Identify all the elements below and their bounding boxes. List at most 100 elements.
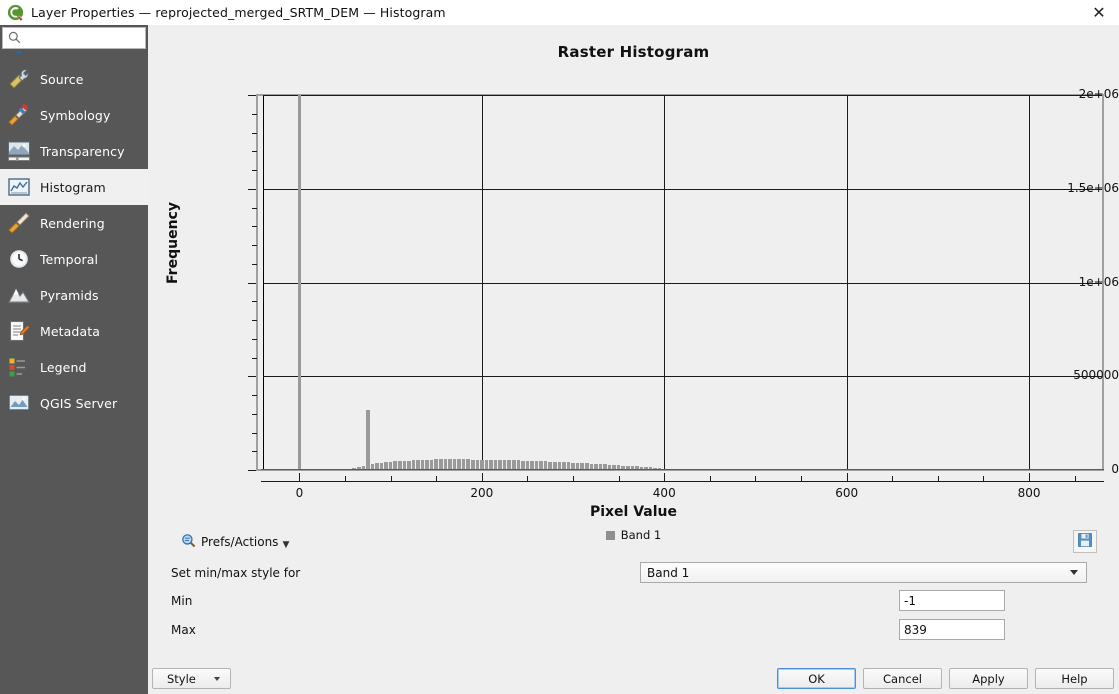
- sidebar-nav-list: InformationSourceSymbologyTransparencyHi…: [0, 25, 148, 421]
- x-tick-minor: [801, 476, 803, 482]
- sidebar-item-symbology[interactable]: Symbology: [0, 97, 148, 133]
- chevron-down-icon: [214, 677, 220, 681]
- x-tick-minor: [983, 476, 985, 482]
- chevron-down-icon: [1070, 570, 1078, 575]
- y-tick-label: 0: [1111, 462, 1119, 476]
- y-tick-label: 500000: [1073, 368, 1119, 383]
- min-label: Min: [171, 594, 193, 608]
- sidebar-item-qgis-server[interactable]: QGIS Server: [0, 385, 148, 421]
- x-tick-minor: [937, 476, 939, 482]
- y-tick-minor: [252, 207, 257, 209]
- y-tick-minor: [252, 301, 257, 303]
- sidebar-item-metadata[interactable]: Metadata: [0, 313, 148, 349]
- y-tick-minor: [252, 432, 257, 434]
- window-title: Layer Properties — reprojected_merged_SR…: [31, 5, 446, 20]
- sidebar-item-temporal[interactable]: Temporal: [0, 241, 148, 277]
- sidebar-item-label: Rendering: [40, 215, 105, 231]
- sidebar-item-label: Metadata: [40, 323, 100, 339]
- y-tick-minor: [252, 338, 257, 340]
- y-tick-minor: [252, 357, 257, 359]
- sidebar-item-label: Histogram: [40, 179, 106, 195]
- band-select-value: Band 1: [647, 565, 690, 580]
- y-tick-major: [248, 188, 256, 190]
- magnifier-prefs-icon: [181, 533, 196, 551]
- qgis-logo-icon: [7, 4, 24, 21]
- style-button-label: Style: [167, 671, 196, 686]
- sidebar-item-label: Transparency: [40, 143, 125, 159]
- search-box[interactable]: [2, 27, 146, 49]
- x-tick-minor: [755, 476, 757, 482]
- cancel-button[interactable]: Cancel: [863, 668, 942, 689]
- x-tick-major: [846, 473, 848, 482]
- x-tick-major: [664, 473, 666, 482]
- x-tick-minor: [709, 476, 711, 482]
- plot-bottom-line: [261, 469, 1104, 470]
- symbology-icon: [6, 102, 32, 128]
- x-tick-minor: [436, 476, 438, 482]
- max-label: Max: [171, 623, 196, 637]
- histogram-bars: [148, 25, 1119, 495]
- y-tick-minor: [252, 263, 257, 265]
- x-tick-minor: [527, 476, 529, 482]
- prefs-actions-label: Prefs/Actions: [201, 535, 279, 549]
- ok-button[interactable]: OK: [777, 668, 856, 689]
- y-tick-minor: [252, 413, 257, 415]
- search-icon: [8, 29, 21, 48]
- x-tick-label: 600: [835, 486, 859, 500]
- x-tick-minor: [618, 476, 620, 482]
- y-axis-label: Frequency: [165, 202, 181, 284]
- y-tick-minor: [252, 451, 257, 453]
- x-tick-label: 200: [470, 486, 494, 500]
- max-input[interactable]: [899, 619, 1005, 640]
- y-tick-label: 1e+06: [1078, 274, 1119, 289]
- y-tick-minor: [252, 320, 257, 321]
- y-tick-minor: [252, 132, 257, 134]
- window-titlebar: Layer Properties — reprojected_merged_SR…: [0, 0, 1119, 25]
- histogram-bar: [366, 410, 370, 470]
- x-axis-line: [261, 481, 1104, 482]
- sidebar-item-source[interactable]: Source: [0, 61, 148, 97]
- y-tick-minor: [252, 395, 257, 396]
- temporal-icon: [6, 246, 32, 272]
- sidebar-item-rendering[interactable]: Rendering: [0, 205, 148, 241]
- legend-label-band1: Band 1: [620, 528, 662, 542]
- y-tick-major: [248, 470, 256, 471]
- rendering-icon: [6, 210, 32, 236]
- apply-button[interactable]: Apply: [949, 668, 1028, 689]
- sidebar-item-label: Temporal: [40, 251, 99, 267]
- band-select[interactable]: Band 1: [640, 562, 1087, 583]
- histogram-icon: [6, 174, 32, 200]
- save-button[interactable]: [1073, 530, 1097, 553]
- sidebar-search: [0, 25, 148, 52]
- sidebar-item-pyramids[interactable]: Pyramids: [0, 277, 148, 313]
- histogram-bar: [297, 95, 302, 470]
- legend-icon: [6, 354, 32, 380]
- close-icon[interactable]: ✕: [1079, 0, 1119, 25]
- sidebar-item-transparency[interactable]: Transparency: [0, 133, 148, 169]
- y-tick-minor: [252, 245, 257, 246]
- y-tick-label: 2e+06: [1078, 87, 1119, 101]
- x-tick-major: [1029, 473, 1031, 482]
- search-input[interactable]: [25, 29, 135, 47]
- y-tick-major: [248, 95, 256, 96]
- chart-legend: Band 1: [148, 528, 1119, 542]
- sidebar-item-legend[interactable]: Legend: [0, 349, 148, 385]
- sidebar-item-label: Pyramids: [40, 287, 99, 303]
- transparency-icon: [6, 138, 32, 164]
- save-floppy-icon: [1078, 532, 1092, 551]
- x-tick-label: 800: [1017, 486, 1041, 500]
- y-tick-minor: [252, 113, 257, 115]
- sidebar-item-label: Legend: [40, 359, 87, 375]
- x-tick-label: 0: [295, 486, 304, 500]
- help-button[interactable]: Help: [1035, 668, 1114, 689]
- minmax-style-label: Set min/max style for: [171, 566, 301, 580]
- metadata-icon: [6, 318, 32, 344]
- prefs-actions-button[interactable]: Prefs/Actions ▼: [181, 533, 289, 551]
- style-button[interactable]: Style: [152, 668, 231, 689]
- chevron-down-icon: ▼: [282, 540, 290, 550]
- x-tick-minor: [390, 476, 392, 482]
- sidebar-item-histogram[interactable]: Histogram: [0, 169, 148, 205]
- main-panel: Raster Histogram 0 500000 1e+06 1.5e+06 2e+0…: [148, 25, 1119, 694]
- min-input[interactable]: [899, 590, 1005, 611]
- y-tick-minor: [252, 226, 257, 228]
